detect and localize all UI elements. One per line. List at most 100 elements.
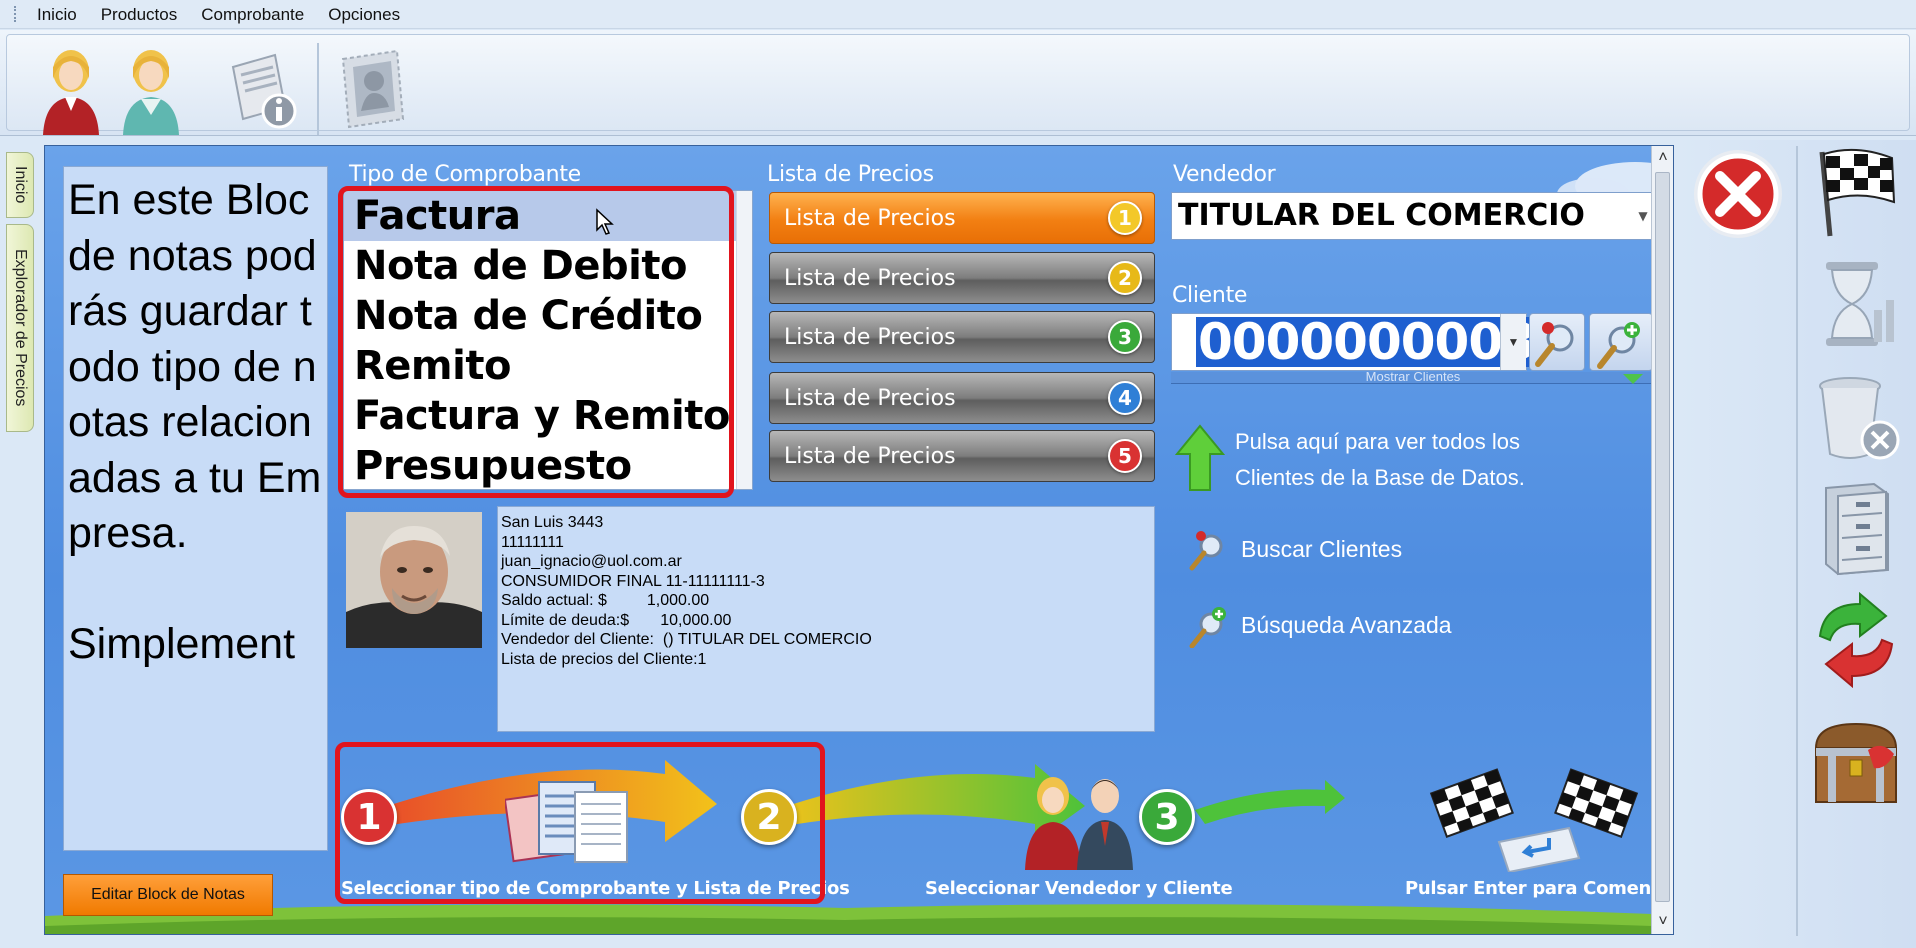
client-info-line: CONSUMIDOR FINAL 11-11111111-3 <box>501 572 765 590</box>
expand-arrow-icon[interactable] <box>1621 372 1645 386</box>
user-green-icon[interactable] <box>111 45 191 135</box>
client-info-line: Límite de deuda:$ 10,000.00 <box>501 611 732 629</box>
magnifier-pin-icon <box>1189 531 1223 571</box>
vendedor-value: TITULAR DEL COMERCIO <box>1178 198 1585 233</box>
toolbar-frame <box>6 34 1910 135</box>
price-list-label: Lista de Precios <box>784 205 956 231</box>
advanced-search-button[interactable] <box>1589 313 1653 371</box>
comprobante-item[interactable]: Factura <box>344 191 752 241</box>
step-3-label: Pulsar Enter para Comenza <box>1405 878 1653 899</box>
price-list-button-3[interactable]: Lista de Precios 3 <box>769 311 1155 363</box>
chevron-down-icon[interactable]: ▼ <box>1634 193 1652 239</box>
price-list-button-1[interactable]: Lista de Precios 1 <box>769 192 1155 244</box>
hourglass-icon[interactable] <box>1808 256 1904 352</box>
main-panel: En este Bloc de notas podrás guardar tod… <box>44 145 1674 935</box>
cliente-value: 0000000003 <box>1196 313 1538 371</box>
price-list-label: Lista de Precios <box>784 385 956 411</box>
menu-productos[interactable]: Productos <box>89 0 190 29</box>
comprobante-item[interactable]: Presupuesto <box>344 441 752 491</box>
scroll-down-icon[interactable]: ˅ <box>1652 910 1673 934</box>
step-2-badge: 2 <box>741 789 797 845</box>
price-list-number: 5 <box>1108 439 1142 473</box>
notepad[interactable]: En este Bloc de notas podrás guardar tod… <box>63 166 328 851</box>
magnifier-plus-icon <box>1189 607 1226 648</box>
client-info-line: San Luis 3443 <box>501 514 604 531</box>
comprobante-item[interactable]: Nota de Crédito <box>344 291 752 341</box>
lista-precios-label: Lista de Precios <box>767 162 934 187</box>
edit-notes-button[interactable]: Editar Block de Notas <box>63 874 273 916</box>
hint-line-1: Pulsa aquí para ver todos los <box>1235 429 1520 454</box>
checkered-flag-icon[interactable] <box>1808 144 1904 240</box>
treasure-chest-icon[interactable] <box>1808 714 1904 810</box>
busqueda-avanzada-label: Búsqueda Avanzada <box>1241 611 1452 638</box>
buscar-clientes-label: Buscar Clientes <box>1241 535 1403 562</box>
right-toolbar <box>1678 140 1916 948</box>
cliente-input[interactable]: 0000000003 ▼ <box>1171 313 1538 371</box>
chevron-down-icon[interactable]: ▼ <box>1500 314 1526 370</box>
close-icon[interactable] <box>1690 146 1786 242</box>
vendedor-select[interactable]: TITULAR DEL COMERCIO ▼ <box>1171 192 1655 240</box>
right-toolbar-separator <box>1796 146 1798 936</box>
tab-inicio[interactable]: Inicio <box>6 152 34 218</box>
price-list-number: 3 <box>1108 320 1142 354</box>
users-icon <box>1025 777 1133 870</box>
client-info-line: juan_ignacio@uol.com.ar <box>501 553 682 570</box>
comprobante-list[interactable]: Factura Nota de Debito Nota de Crédito R… <box>343 190 753 490</box>
tab-explorador-label: Explorador de Precios <box>12 249 29 407</box>
client-info-panel: San Luis 3443 11111111 juan_ignacio@uol.… <box>497 506 1155 732</box>
client-info-line: Vendedor del Cliente: () TITULAR DEL COM… <box>501 631 872 648</box>
price-list-number: 1 <box>1108 201 1142 235</box>
refresh-icon[interactable] <box>1808 592 1904 688</box>
buscar-clientes-link[interactable]: Buscar Clientes <box>1187 526 1402 572</box>
file-cabinet-icon[interactable] <box>1808 480 1904 576</box>
price-list-button-4[interactable]: Lista de Precios 4 <box>769 372 1155 424</box>
user-red-icon[interactable] <box>31 45 111 135</box>
toolbar <box>0 30 1916 136</box>
green-up-arrow-icon[interactable] <box>1175 424 1225 492</box>
price-list-label: Lista de Precios <box>784 443 956 469</box>
comprobante-item[interactable]: Nota de Debito <box>344 241 752 291</box>
step-1-label: Seleccionar tipo de Comprobante y Lista … <box>341 878 850 899</box>
menu-inicio[interactable]: Inicio <box>25 0 89 29</box>
price-list-number: 4 <box>1108 381 1142 415</box>
scroll-up-icon[interactable]: ˄ <box>1652 146 1673 170</box>
comprobante-item[interactable]: Factura y Remito <box>344 391 752 441</box>
client-photo <box>346 512 482 648</box>
comprobante-label: Tipo de Comprobante <box>349 162 581 187</box>
hint-line-2: Clientes de la Base de Datos. <box>1235 465 1525 490</box>
menu-grip <box>14 6 17 22</box>
step-3-badge: 3 <box>1139 789 1195 845</box>
menu-comprobante[interactable]: Comprobante <box>189 0 316 29</box>
recycle-bin-icon[interactable] <box>1808 368 1904 464</box>
price-list-button-2[interactable]: Lista de Precios 2 <box>769 252 1155 304</box>
client-info-line: Lista de precios del Cliente:1 <box>501 650 707 668</box>
comprobante-scrollbar[interactable] <box>736 191 752 489</box>
tab-explorador-precios[interactable]: Explorador de Precios <box>6 224 34 432</box>
checkered-flags-enter-icon <box>1429 768 1639 872</box>
documents-icon <box>505 781 628 863</box>
menu-opciones[interactable]: Opciones <box>316 0 412 29</box>
hint-text: Pulsa aquí para ver todos los Clientes d… <box>1235 424 1525 496</box>
menu-bar: Inicio Productos Comprobante Opciones <box>0 0 1916 29</box>
price-list-button-5[interactable]: Lista de Precios 5 <box>769 430 1155 482</box>
magnifier-plus-icon <box>1597 322 1640 369</box>
main-scrollbar[interactable]: ˄ ˅ <box>1651 146 1673 934</box>
price-list-label: Lista de Precios <box>784 265 956 291</box>
toolbar-separator <box>317 43 319 135</box>
side-tabs: Inicio Explorador de Precios <box>0 140 40 948</box>
vendedor-label: Vendedor <box>1173 162 1276 187</box>
comprobante-item[interactable]: Remito <box>344 341 752 391</box>
mostrar-clientes-bar[interactable]: Mostrar Clientes <box>1171 372 1655 384</box>
scroll-thumb[interactable] <box>1655 172 1670 902</box>
client-info-line: 11111111 <box>501 533 564 551</box>
step-2-label: Seleccionar Vendedor y Cliente <box>925 878 1233 899</box>
notepad-text: En este Bloc de notas podrás guardar tod… <box>68 176 322 668</box>
document-info-icon[interactable] <box>223 45 303 135</box>
price-list-number: 2 <box>1108 261 1142 295</box>
client-info-line: Saldo actual: $ 1,000.00 <box>501 592 710 609</box>
busqueda-avanzada-link[interactable]: Búsqueda Avanzada <box>1187 602 1452 648</box>
tab-inicio-label: Inicio <box>12 166 29 204</box>
stamp-icon[interactable] <box>331 45 411 135</box>
search-client-button[interactable] <box>1529 313 1585 371</box>
mouse-cursor-icon <box>596 208 614 235</box>
